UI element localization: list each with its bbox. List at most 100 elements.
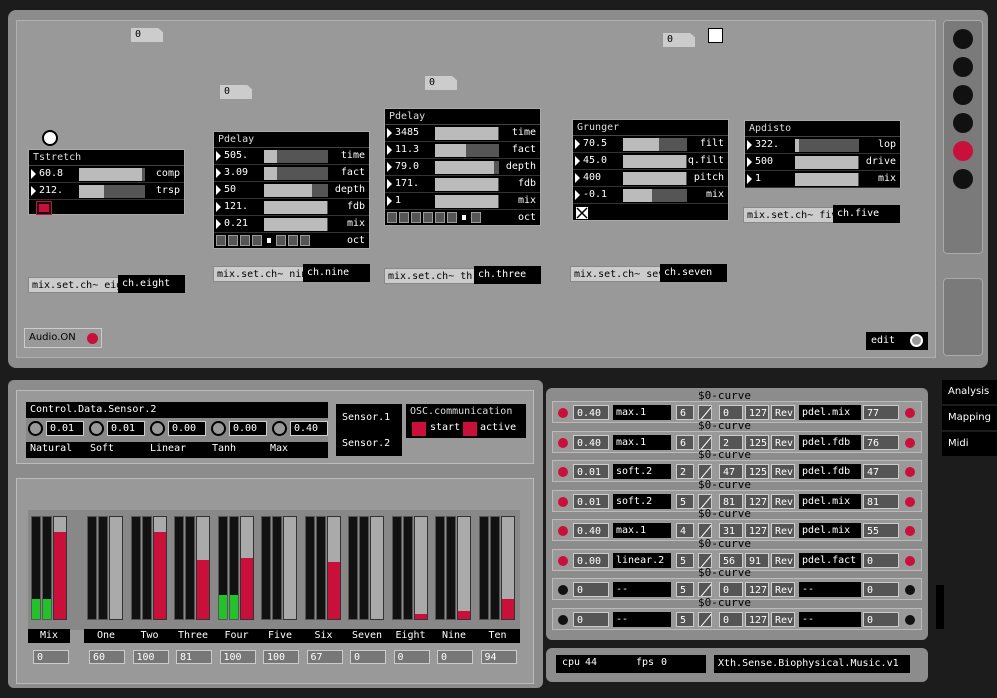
curve-icon[interactable]: [698, 464, 712, 479]
mapping-target[interactable]: pdel.fdb: [799, 464, 861, 479]
param-value[interactable]: 79.0: [387, 160, 431, 174]
param-slider[interactable]: [623, 155, 687, 168]
param-row-mix[interactable]: 0.21 mix: [214, 216, 369, 233]
param-value[interactable]: -0.1: [575, 188, 619, 202]
mapping-low[interactable]: 47: [719, 464, 743, 479]
oct-cell[interactable]: [300, 235, 310, 246]
mapping-n[interactable]: 2: [676, 464, 694, 479]
volume-fader[interactable]: [196, 516, 210, 620]
rev-button[interactable]: Rev: [771, 582, 795, 597]
channel-volume-value[interactable]: 94: [480, 650, 517, 664]
param-row-depth[interactable]: 79.0 depth: [385, 159, 540, 176]
toggle-top[interactable]: [708, 28, 723, 43]
rail-button-4[interactable]: [953, 113, 973, 133]
sensor-bang-icon[interactable]: [150, 421, 165, 436]
mapping-function[interactable]: soft.2: [613, 493, 671, 509]
param-row-fdb[interactable]: 171. fdb: [385, 176, 540, 193]
param-slider[interactable]: [623, 172, 687, 185]
curve-icon[interactable]: [698, 523, 712, 538]
param-slider[interactable]: [795, 173, 859, 186]
mapping-high[interactable]: 127: [745, 405, 769, 420]
mapping-target[interactable]: --: [799, 582, 861, 597]
param-slider[interactable]: [435, 127, 499, 140]
mapping-high[interactable]: 125: [745, 464, 769, 479]
channel-volume-value[interactable]: 60: [89, 650, 125, 664]
param-row-mix[interactable]: 1 mix: [745, 171, 900, 188]
channel-volume-value[interactable]: 100: [263, 650, 299, 664]
param-value[interactable]: 121.: [216, 200, 260, 214]
mapping-n[interactable]: 6: [676, 405, 694, 420]
mapping-n[interactable]: 6: [676, 434, 694, 450]
edit-toggle[interactable]: edit: [866, 332, 928, 350]
param-value[interactable]: 322.: [747, 138, 791, 152]
tab-mapping[interactable]: Mapping: [942, 406, 997, 430]
curve-icon[interactable]: [698, 582, 712, 597]
grunger-toggle[interactable]: [575, 206, 589, 220]
mapping-output-dot-icon[interactable]: [905, 437, 915, 448]
mapping-high[interactable]: 127: [745, 523, 769, 538]
mapping-n[interactable]: 5: [676, 582, 694, 597]
param-slider[interactable]: [264, 201, 328, 214]
oct-cell[interactable]: [276, 235, 286, 246]
mapping-low[interactable]: 0: [719, 611, 743, 627]
mapping-output-dot-icon[interactable]: [905, 614, 915, 625]
param-value[interactable]: 3.09: [216, 166, 260, 180]
mapping-low[interactable]: 0: [719, 405, 743, 420]
tstretch-toggle-active[interactable]: [37, 202, 51, 214]
oct-cell[interactable]: [399, 212, 409, 223]
rev-button[interactable]: Rev: [771, 464, 795, 479]
volume-fader[interactable]: [413, 516, 428, 620]
param-value[interactable]: 400: [575, 171, 619, 185]
oct-cell[interactable]: [387, 212, 397, 223]
param-row-filt[interactable]: 70.5 filt: [573, 136, 728, 153]
param-value[interactable]: 60.8: [31, 167, 75, 181]
mapping-output-dot-icon[interactable]: [905, 555, 915, 566]
send-object[interactable]: mix.set.ch~ fiv: [743, 207, 835, 223]
mapping-n[interactable]: 4: [676, 523, 694, 538]
channel-volume-value[interactable]: 0: [437, 650, 473, 664]
param-row-drive[interactable]: 500 drive: [745, 154, 900, 171]
param-value[interactable]: 171.: [387, 177, 431, 191]
rev-button[interactable]: Rev: [771, 523, 795, 538]
channel-volume-value[interactable]: 100: [132, 650, 169, 664]
mapping-function[interactable]: linear.2: [613, 552, 671, 568]
osc-start-toggle[interactable]: [412, 422, 426, 436]
send-object[interactable]: mix.set.ch~ nin: [213, 266, 305, 282]
mapping-n[interactable]: 5: [676, 552, 694, 568]
mapping-function[interactable]: soft.2: [613, 464, 671, 479]
volume-fader[interactable]: [53, 516, 67, 620]
sensor-bang-icon[interactable]: [28, 421, 43, 436]
mapping-n[interactable]: 5: [676, 611, 694, 627]
param-row-pitch[interactable]: 400 pitch: [573, 170, 728, 187]
mapping-output-dot-icon[interactable]: [905, 526, 915, 536]
mapping-n[interactable]: 5: [676, 493, 694, 509]
oct-cell[interactable]: [423, 212, 433, 223]
param-row-time[interactable]: 505. time: [214, 148, 369, 165]
param-row-q.filt[interactable]: 45.0 q.filt: [573, 153, 728, 170]
param-slider[interactable]: [623, 138, 687, 151]
channel-volume-value[interactable]: 67: [306, 650, 343, 664]
oct-cell[interactable]: [471, 212, 481, 223]
rail-button-1[interactable]: [953, 29, 973, 49]
param-value[interactable]: 45.0: [575, 154, 619, 168]
mapping-low[interactable]: 0: [719, 582, 743, 597]
param-row-fact[interactable]: 11.3 fact: [385, 142, 540, 159]
bang-button[interactable]: [42, 130, 58, 146]
param-slider[interactable]: [435, 144, 499, 157]
mapping-function[interactable]: --: [613, 582, 671, 597]
param-value[interactable]: 11.3: [387, 143, 431, 157]
oct-cell[interactable]: [447, 212, 457, 223]
mapping-target[interactable]: --: [799, 611, 861, 627]
param-value[interactable]: 212.: [31, 184, 75, 198]
param-row-comp[interactable]: 60.8 comp: [29, 166, 184, 183]
param-row-fdb[interactable]: 121. fdb: [214, 199, 369, 216]
mapping-output-dot-icon[interactable]: [905, 467, 915, 477]
param-row-fact[interactable]: 3.09 fact: [214, 165, 369, 182]
sensor-1-button[interactable]: Sensor.1: [342, 412, 390, 423]
oct-cell[interactable]: [459, 212, 469, 223]
mapping-function[interactable]: --: [613, 611, 671, 627]
param-slider[interactable]: [79, 168, 145, 181]
param-slider[interactable]: [795, 156, 859, 169]
param-value[interactable]: 3485: [387, 126, 431, 140]
numbox-top-3[interactable]: 0: [425, 76, 457, 90]
